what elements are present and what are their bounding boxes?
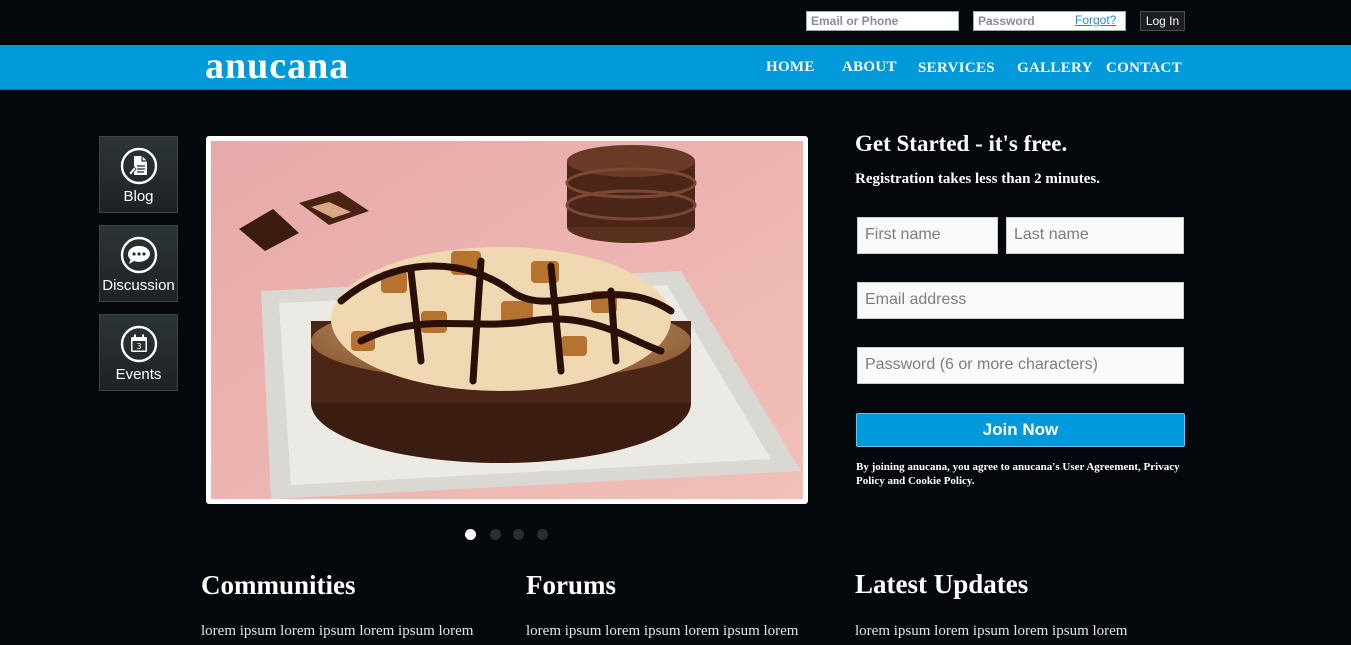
- carousel-dot-3[interactable]: [513, 529, 524, 540]
- calendar-icon: 3: [120, 325, 158, 363]
- email-address-input[interactable]: Email address: [857, 282, 1184, 319]
- nav-services[interactable]: SERVICES: [918, 60, 995, 77]
- login-email-input[interactable]: Email or Phone: [806, 11, 959, 31]
- forgot-password-link[interactable]: Forgot?: [1075, 13, 1116, 27]
- section-text-latest-updates: lorem ipsum lorem ipsum lorem ipsum lore…: [855, 623, 1128, 639]
- sidebar-tile-discussion[interactable]: Discussion: [99, 225, 178, 302]
- nav-gallery[interactable]: GALLERY: [1017, 60, 1093, 77]
- blog-document-icon: [120, 147, 158, 185]
- section-text-forums: lorem ipsum lorem ipsum lorem ipsum lore…: [526, 623, 799, 639]
- registration-title: Get Started - it's free.: [855, 131, 1068, 156]
- tile-label-discussion: Discussion: [102, 277, 175, 294]
- password-input[interactable]: Password (6 or more characters): [857, 347, 1184, 384]
- section-title-forums: Forums: [526, 570, 616, 600]
- sidebar-tile-blog[interactable]: Blog: [99, 136, 178, 213]
- first-name-input[interactable]: First name: [857, 217, 998, 254]
- nav-about[interactable]: ABOUT: [842, 59, 897, 76]
- tile-label-events: Events: [115, 366, 162, 383]
- svg-text:3: 3: [136, 342, 141, 351]
- carousel-dot-1[interactable]: [465, 529, 476, 540]
- last-name-input[interactable]: Last name: [1006, 217, 1184, 254]
- top-login-bar: Email or Phone Password Forgot? Log In: [0, 0, 1351, 45]
- carousel-dot-2[interactable]: [490, 529, 501, 540]
- tile-label-blog: Blog: [123, 188, 154, 205]
- carousel-dot-4[interactable]: [537, 529, 548, 540]
- registration-subtitle: Registration takes less than 2 minutes.: [855, 171, 1101, 187]
- nav-home[interactable]: HOME: [766, 59, 815, 76]
- section-text-communities: lorem ipsum lorem ipsum lorem ipsum lore…: [201, 623, 474, 639]
- site-logo[interactable]: anucana: [205, 45, 349, 87]
- nav-contact[interactable]: CONTACT: [1106, 60, 1182, 77]
- login-button[interactable]: Log In: [1140, 11, 1185, 31]
- chat-bubble-icon: [120, 236, 158, 274]
- main-navbar: anucana HOME ABOUT SERVICES GALLERY CONT…: [0, 45, 1351, 90]
- section-title-latest-updates: Latest Updates: [855, 569, 1029, 599]
- section-title-communities: Communities: [201, 570, 356, 600]
- join-now-button[interactable]: Join Now: [856, 413, 1185, 447]
- terms-notice: By joining anucana, you agree to anucana…: [856, 461, 1180, 487]
- sidebar-tile-events[interactable]: 3 Events: [99, 314, 178, 391]
- hero-image-brownie: [206, 136, 808, 504]
